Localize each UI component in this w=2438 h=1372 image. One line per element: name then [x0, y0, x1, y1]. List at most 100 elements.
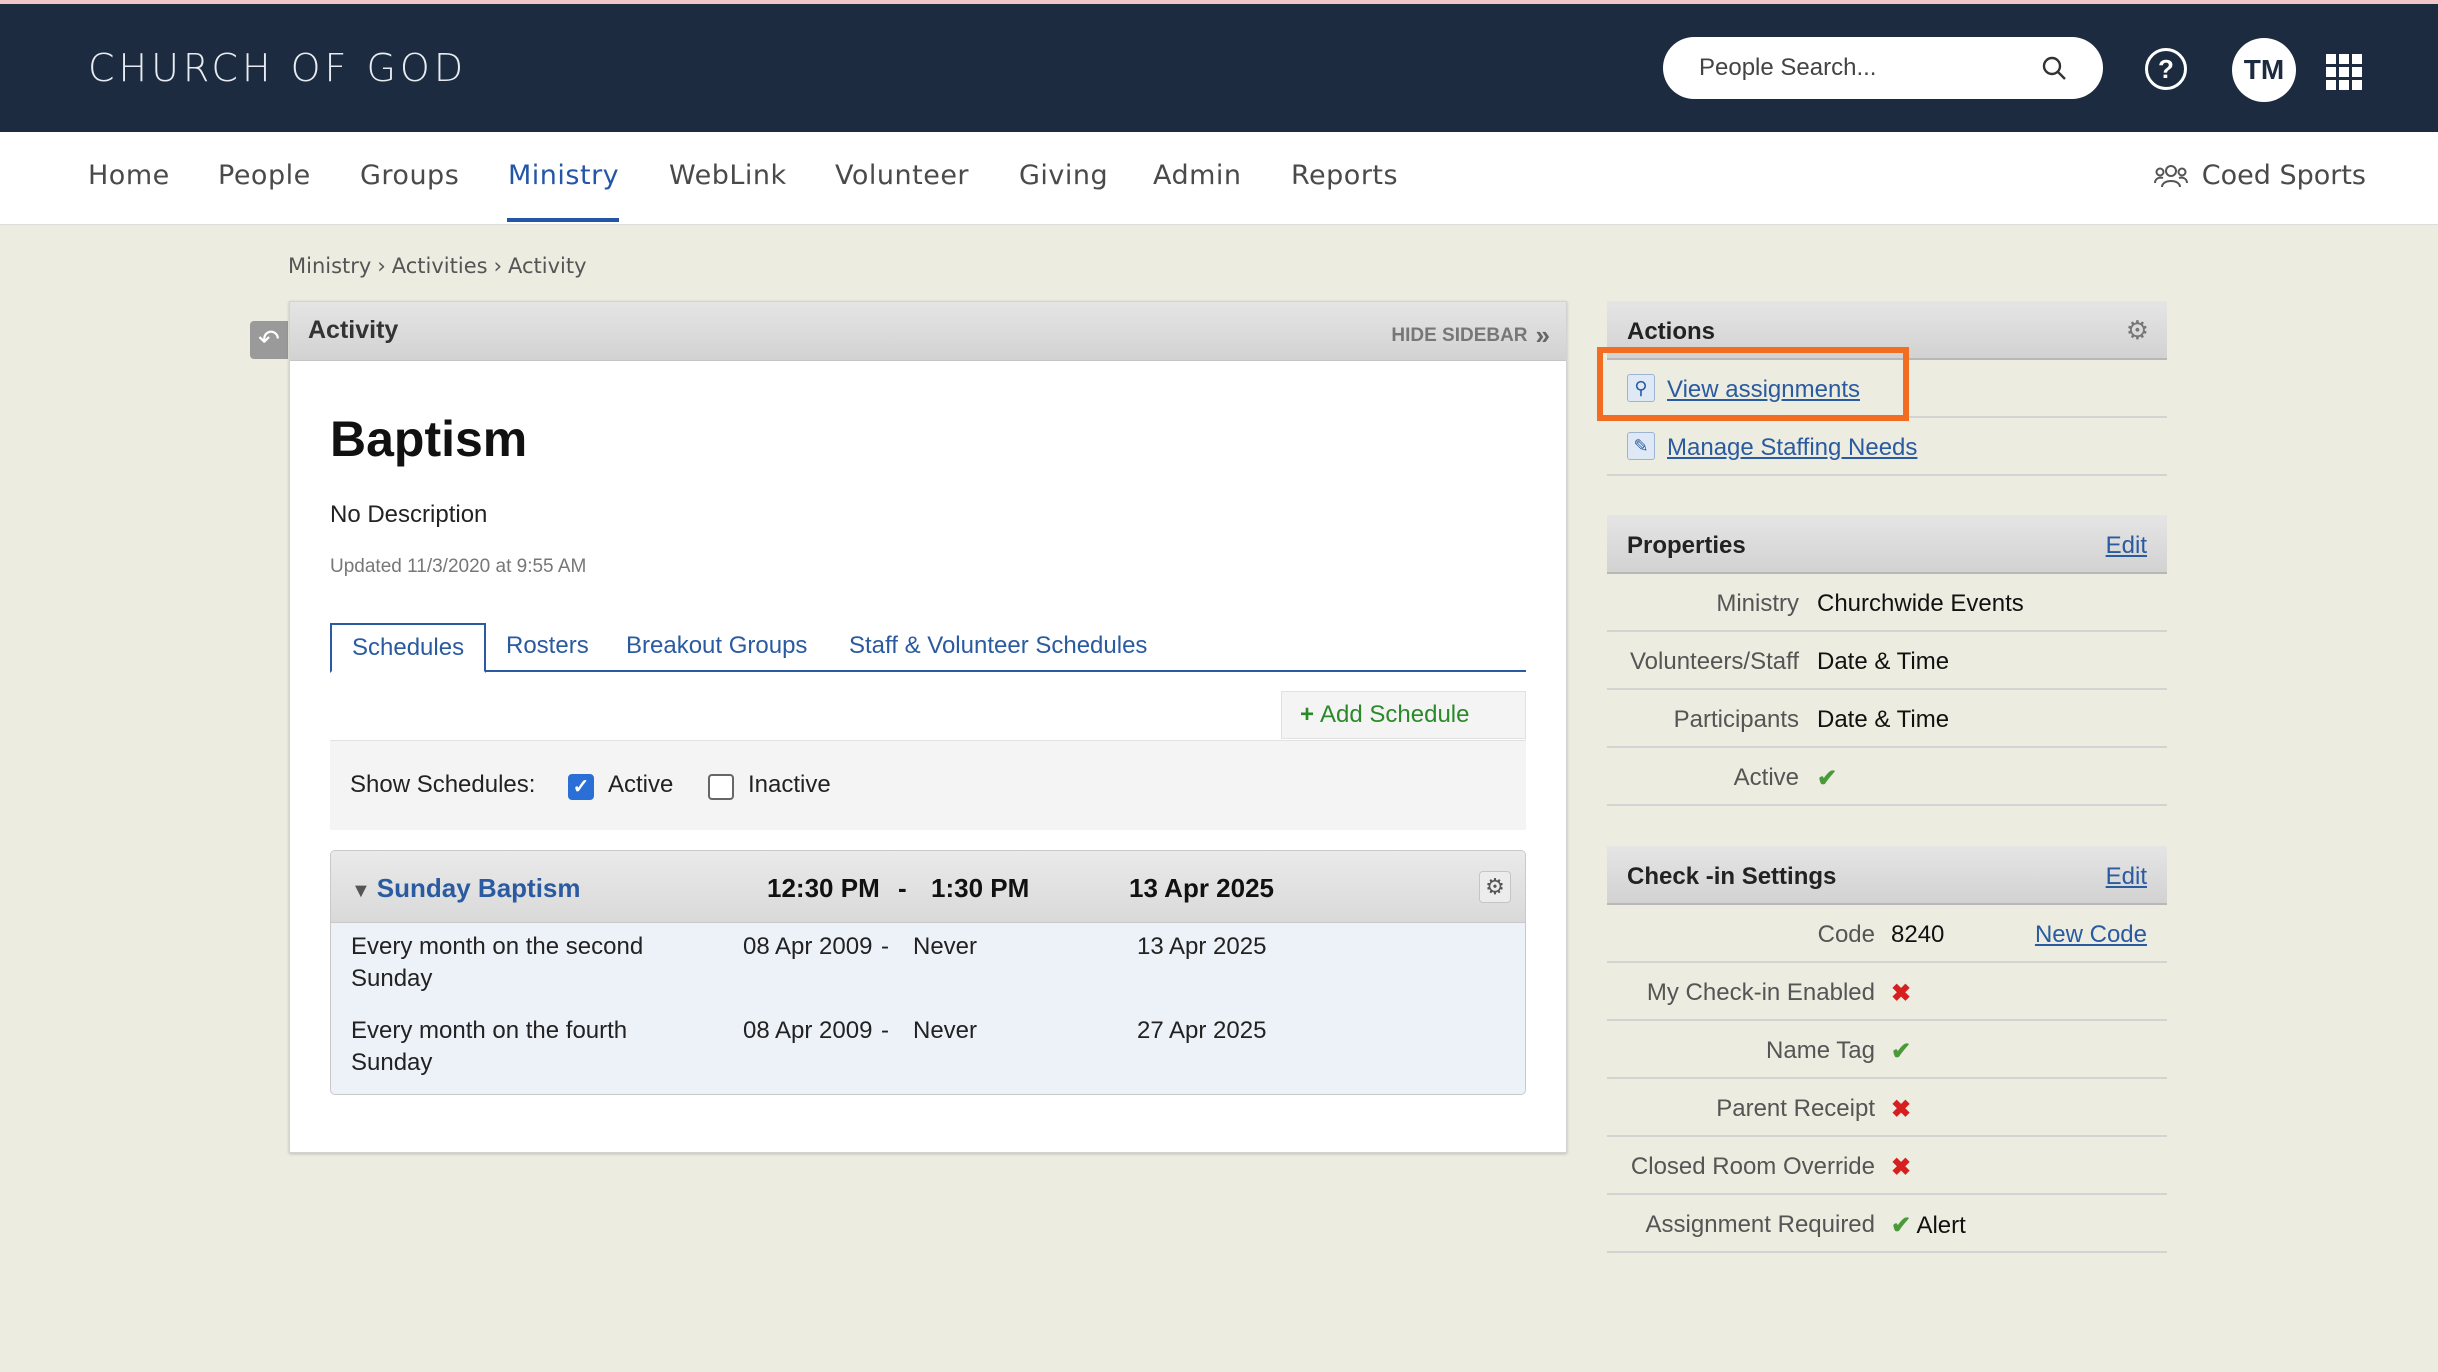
checkin-value: ✔ Alert: [1891, 1211, 1966, 1240]
breadcrumb-activity: Activity: [507, 254, 587, 278]
breadcrumb-ministry[interactable]: Ministry: [288, 254, 371, 278]
checkin-row: Name Tag ✔: [1607, 1021, 2167, 1079]
add-schedule-label: Add Schedule: [1320, 701, 1470, 728]
nav-volunteer[interactable]: Volunteer: [835, 160, 969, 191]
property-label: Active: [1733, 764, 1799, 791]
user-avatar[interactable]: TM: [2232, 38, 2296, 102]
check-icon: ✔: [1891, 1038, 1912, 1065]
schedule-filter: Show Schedules: ✓ Active Inactive: [330, 740, 1526, 830]
nav-groups[interactable]: Groups: [360, 160, 459, 191]
tab-rosters[interactable]: Rosters: [506, 623, 589, 672]
property-row: Volunteers/Staff Date & Time: [1607, 632, 2167, 690]
checkin-row: My Check-in Enabled ✖: [1607, 963, 2167, 1021]
search-icon[interactable]: [2041, 55, 2067, 81]
back-icon[interactable]: ↶: [250, 321, 288, 359]
edit-icon[interactable]: ✎: [1627, 432, 1655, 460]
checkin-label: Closed Room Override: [1630, 1153, 1875, 1180]
hide-sidebar-button[interactable]: HIDE SIDEBAR »: [1391, 320, 1550, 351]
property-value: Churchwide Events: [1817, 590, 2024, 617]
recurrence-line-1: Every month on the second: [351, 933, 644, 960]
nav-giving[interactable]: Giving: [1019, 160, 1108, 191]
row-from-date: 08 Apr 2009: [743, 933, 873, 960]
row-dash: -: [881, 1017, 889, 1044]
activity-tabs: Schedules Rosters Breakout Groups Staff …: [330, 623, 1526, 673]
checkin-row: Parent Receipt ✖: [1607, 1079, 2167, 1137]
property-label: Volunteers/Staff: [1629, 648, 1799, 675]
checkin-extra: Alert: [1916, 1212, 1966, 1239]
breadcrumb-activities[interactable]: Activities: [392, 254, 488, 278]
nav-admin[interactable]: Admin: [1153, 160, 1242, 191]
help-icon[interactable]: ?: [2145, 48, 2187, 90]
double-chevron-right-icon[interactable]: »: [1536, 320, 1550, 351]
inactive-checkbox-label[interactable]: Inactive: [748, 771, 831, 799]
x-icon: ✖: [1891, 1096, 1912, 1123]
action-manage-staffing: ✎ Manage Staffing Needs: [1607, 418, 2167, 476]
row-to-date: Never: [913, 933, 978, 960]
gear-icon[interactable]: ⚙: [1479, 871, 1511, 903]
apps-grid-icon[interactable]: [2326, 54, 2362, 90]
context-selector[interactable]: Coed Sports: [2153, 160, 2366, 191]
context-label[interactable]: Coed Sports: [2202, 160, 2366, 191]
code-label: Code: [1817, 921, 1875, 948]
tab-breakout-groups[interactable]: Breakout Groups: [626, 623, 807, 672]
row-dash: -: [881, 933, 889, 960]
schedule-next-date: 13 Apr 2025: [1129, 873, 1275, 903]
schedule-time-dash: -: [898, 873, 907, 903]
properties-panel: Properties Edit Ministry Churchwide Even…: [1607, 515, 2167, 806]
schedule-name-label[interactable]: Sunday Baptism: [377, 873, 581, 903]
breadcrumb-separator: ›: [377, 254, 386, 278]
recurrence-line-1: Every month on the fourth: [351, 1017, 628, 1044]
property-row: Participants Date & Time: [1607, 690, 2167, 748]
nav-home[interactable]: Home: [88, 160, 170, 191]
top-bar: CHURCH OF GOD ? TM: [0, 4, 2438, 132]
manage-staffing-link[interactable]: Manage Staffing Needs: [1667, 434, 1917, 462]
tab-staff-volunteer-schedules[interactable]: Staff & Volunteer Schedules: [849, 623, 1147, 672]
activity-name: Baptism: [330, 411, 528, 467]
property-row: Ministry Churchwide Events: [1607, 574, 2167, 632]
checkin-row: Closed Room Override ✖: [1607, 1137, 2167, 1195]
card-header: Activity HIDE SIDEBAR »: [290, 302, 1566, 361]
brand-logo[interactable]: CHURCH OF GOD: [88, 46, 467, 90]
row-from-date: 08 Apr 2009: [743, 1017, 873, 1044]
recurrence-line-2: Sunday: [351, 1049, 433, 1076]
people-search[interactable]: [1663, 37, 2103, 99]
nav-ministry[interactable]: Ministry: [508, 160, 619, 191]
schedule-start-time: 12:30 PM: [767, 873, 880, 903]
checkin-edit-link[interactable]: Edit: [2106, 863, 2147, 891]
nav-reports[interactable]: Reports: [1291, 160, 1398, 191]
x-icon: ✖: [1891, 980, 1912, 1007]
nav-weblink[interactable]: WebLink: [669, 160, 787, 191]
schedule-name[interactable]: ▼ Sunday Baptism: [351, 873, 581, 904]
hide-sidebar-label[interactable]: HIDE SIDEBAR: [1391, 325, 1527, 347]
schedule-group: ▼ Sunday Baptism 12:30 PM - 1:30 PM 13 Ap…: [330, 850, 1526, 1095]
check-icon: ✔: [1817, 765, 1838, 792]
active-checkbox[interactable]: ✓: [568, 774, 594, 800]
properties-title: Properties: [1627, 532, 1746, 559]
check-icon: ✔: [1891, 1212, 1912, 1239]
gear-icon[interactable]: ⚙: [2126, 315, 2149, 346]
group-icon: [2153, 164, 2188, 187]
row-to-date: Never: [913, 1017, 978, 1044]
x-icon: ✖: [1891, 1154, 1912, 1181]
add-schedule-button[interactable]: + Add Schedule: [1281, 691, 1526, 739]
code-value: 8240: [1891, 921, 1945, 948]
property-label: Ministry: [1716, 590, 1799, 617]
schedule-header[interactable]: ▼ Sunday Baptism 12:30 PM - 1:30 PM 13 Ap…: [331, 851, 1525, 923]
activity-card: Activity HIDE SIDEBAR » Baptism No Descr…: [289, 301, 1567, 1153]
tab-schedules[interactable]: Schedules: [330, 623, 487, 673]
property-label: Participants: [1673, 706, 1799, 733]
updated-timestamp: Updated 11/3/2020 at 9:55 AM: [330, 556, 587, 577]
nav-people[interactable]: People: [218, 160, 311, 191]
people-search-input[interactable]: [1699, 54, 2019, 82]
new-code-link[interactable]: New Code: [2035, 921, 2147, 949]
caret-down-icon[interactable]: ▼: [351, 880, 371, 902]
inactive-checkbox[interactable]: [708, 774, 734, 800]
checkin-header: Check -in Settings Edit: [1607, 846, 2167, 905]
active-checkbox-label[interactable]: Active: [608, 771, 673, 799]
property-value: Date & Time: [1817, 648, 1950, 675]
show-schedules-label: Show Schedules:: [350, 771, 536, 798]
properties-edit-link[interactable]: Edit: [2106, 532, 2147, 560]
checkin-code-row: Code 8240 New Code: [1607, 905, 2167, 963]
row-next-date: 13 Apr 2025: [1137, 933, 1267, 960]
breadcrumb-separator: ›: [493, 254, 502, 278]
